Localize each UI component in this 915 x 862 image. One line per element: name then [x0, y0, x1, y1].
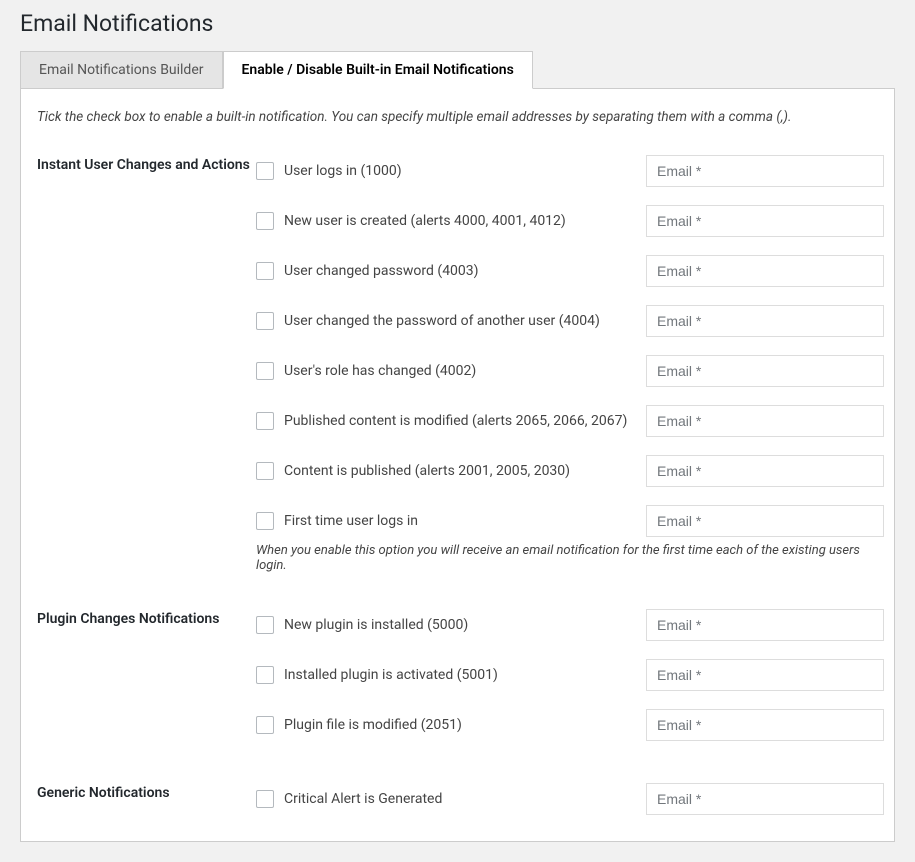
row-user-logs-in: User logs in (1000) — [256, 155, 884, 187]
checkbox-content-published[interactable] — [256, 462, 274, 480]
label-changed-pw: User changed password (4003) — [284, 263, 479, 279]
label-content-published: Content is published (alerts 2001, 2005,… — [284, 463, 570, 479]
checkbox-plugin-file-modified[interactable] — [256, 716, 274, 734]
tab-enable-disable[interactable]: Enable / Disable Built-in Email Notifica… — [223, 51, 533, 89]
row-plugin-activated: Installed plugin is activated (5001) — [256, 659, 884, 691]
checkbox-role-changed[interactable] — [256, 362, 274, 380]
intro-text: Tick the check box to enable a built-in … — [31, 109, 884, 125]
row-role-changed: User's role has changed (4002) — [256, 355, 884, 387]
email-critical-alert[interactable] — [646, 783, 884, 815]
checkbox-plugin-activated[interactable] — [256, 666, 274, 684]
label-published-modified: Published content is modified (alerts 20… — [284, 413, 627, 429]
checkbox-critical-alert[interactable] — [256, 790, 274, 808]
checkbox-plugin-installed[interactable] — [256, 616, 274, 634]
email-role-changed[interactable] — [646, 355, 884, 387]
checkbox-new-user[interactable] — [256, 212, 274, 230]
email-changed-pw-other[interactable] — [646, 305, 884, 337]
email-first-login[interactable] — [646, 505, 884, 537]
row-plugin-file-modified: Plugin file is modified (2051) — [256, 709, 884, 741]
section-plugin-heading: Plugin Changes Notifications — [31, 609, 256, 747]
label-plugin-activated: Installed plugin is activated (5001) — [284, 667, 498, 683]
checkbox-changed-pw-other[interactable] — [256, 312, 274, 330]
label-new-user: New user is created (alerts 4000, 4001, … — [284, 213, 566, 229]
section-generic: Generic Notifications Critical Alert is … — [31, 783, 884, 821]
tab-builder[interactable]: Email Notifications Builder — [20, 51, 223, 88]
row-changed-pw: User changed password (4003) — [256, 255, 884, 287]
tabs: Email Notifications Builder Enable / Dis… — [20, 51, 895, 89]
row-new-user: New user is created (alerts 4000, 4001, … — [256, 205, 884, 237]
row-changed-pw-other: User changed the password of another use… — [256, 305, 884, 337]
email-new-user[interactable] — [646, 205, 884, 237]
label-critical-alert: Critical Alert is Generated — [284, 791, 442, 807]
email-plugin-activated[interactable] — [646, 659, 884, 691]
label-user-logs-in: User logs in (1000) — [284, 163, 402, 179]
row-plugin-installed: New plugin is installed (5000) — [256, 609, 884, 641]
email-plugin-file-modified[interactable] — [646, 709, 884, 741]
label-plugin-file-modified: Plugin file is modified (2051) — [284, 717, 462, 733]
email-plugin-installed[interactable] — [646, 609, 884, 641]
section-instant: Instant User Changes and Actions User lo… — [31, 155, 884, 573]
hint-first-login: When you enable this option you will rec… — [256, 543, 884, 573]
email-published-modified[interactable] — [646, 405, 884, 437]
section-instant-heading: Instant User Changes and Actions — [31, 155, 256, 573]
row-critical-alert: Critical Alert is Generated — [256, 783, 884, 815]
section-generic-heading: Generic Notifications — [31, 783, 256, 821]
page-title: Email Notifications — [20, 10, 895, 37]
panel-enable-disable: Tick the check box to enable a built-in … — [20, 89, 895, 842]
section-plugin: Plugin Changes Notifications New plugin … — [31, 609, 884, 747]
email-user-logs-in[interactable] — [646, 155, 884, 187]
email-changed-pw[interactable] — [646, 255, 884, 287]
row-published-modified: Published content is modified (alerts 20… — [256, 405, 884, 437]
checkbox-first-login[interactable] — [256, 512, 274, 530]
label-changed-pw-other: User changed the password of another use… — [284, 313, 600, 329]
label-plugin-installed: New plugin is installed (5000) — [284, 617, 468, 633]
label-role-changed: User's role has changed (4002) — [284, 363, 476, 379]
row-first-login: First time user logs in — [256, 505, 884, 537]
checkbox-published-modified[interactable] — [256, 412, 274, 430]
row-content-published: Content is published (alerts 2001, 2005,… — [256, 455, 884, 487]
label-first-login: First time user logs in — [284, 513, 418, 529]
checkbox-user-logs-in[interactable] — [256, 162, 274, 180]
checkbox-changed-pw[interactable] — [256, 262, 274, 280]
email-content-published[interactable] — [646, 455, 884, 487]
